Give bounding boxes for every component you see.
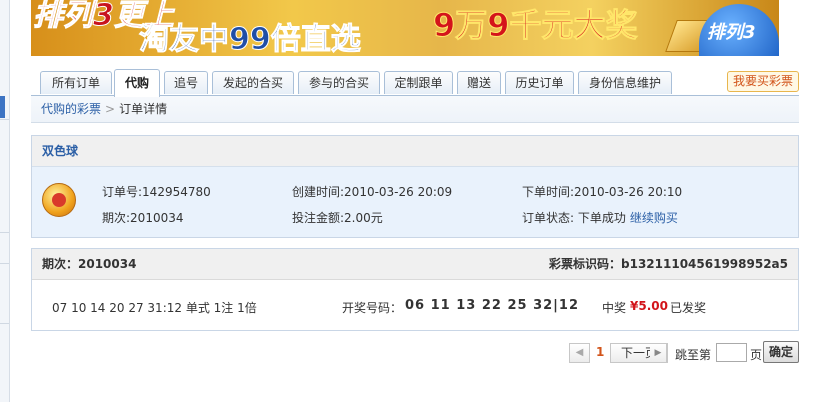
next-arrow-icon[interactable]: ▶ (650, 343, 667, 363)
tab-joined-group-buy[interactable]: 参与的合买 (298, 71, 380, 94)
banner-line2: 淘友中99倍直选 (139, 22, 362, 57)
current-page-number[interactable]: 1 (596, 343, 604, 361)
buy-lottery-button[interactable]: 我要买彩票 (727, 71, 799, 92)
ticket-row: 07 10 14 20 27 31:12 单式 1注 1倍 开奖号码： 06 1… (32, 280, 798, 330)
lottery-name: 双色球 (32, 136, 798, 167)
lottery-ball-icon (42, 183, 76, 217)
bet-amount: 投注金额:2.00元 (292, 211, 383, 225)
banner-line3: 9万9千元大奖 (433, 6, 639, 45)
payout-status: 已发奖 (670, 301, 707, 315)
confirm-jump-button[interactable]: 确定 (763, 341, 799, 363)
jump-to-label: 跳至第 (675, 348, 712, 362)
ticket-header: 期次：2010034 彩票标识码：b13211104561998952a5 (32, 249, 798, 280)
draw-label: 开奖号码： (342, 301, 403, 315)
order-info-body: 订单号:142954780 期次:2010034 创建时间:2010-03-26… (32, 167, 798, 237)
draw-numbers: 06 11 13 22 25 32|12 (405, 298, 580, 313)
tab-all-orders[interactable]: 所有订单 (40, 71, 112, 94)
created-time: 创建时间:2010-03-26 20:09 (292, 185, 453, 199)
win-label: 中奖 (602, 301, 627, 315)
ticket-panel: 期次：2010034 彩票标识码：b13211104561998952a5 07… (31, 248, 799, 331)
order-time: 下单时间:2010-03-26 20:10 (522, 185, 683, 199)
sidebar-divider (0, 119, 9, 120)
prev-page-button[interactable]: ◀ (569, 343, 590, 363)
tab-initiated-group-buy[interactable]: 发起的合买 (212, 71, 294, 94)
order-number: 订单号:142954780 (102, 185, 211, 199)
sidebar-divider (0, 263, 9, 264)
breadcrumb-link-proxy-lottery[interactable]: 代购的彩票 (41, 102, 101, 116)
pailie3-logo: 排列3 (699, 4, 779, 56)
breadcrumb: 代购的彩票 > 订单详情 (31, 96, 799, 123)
bet-numbers: 07 10 14 20 27 31:12 单式 1注 1倍 (52, 301, 257, 315)
continue-buy-link[interactable]: 继续购买 (630, 211, 678, 225)
sidebar-divider (0, 323, 9, 324)
tab-history-orders[interactable]: 历史订单 (505, 71, 574, 94)
tab-chase-number[interactable]: 追号 (164, 71, 208, 94)
order-status-text: 订单状态: 下单成功 (522, 211, 626, 225)
tab-gift[interactable]: 赠送 (457, 71, 501, 94)
sidebar-divider (0, 232, 9, 233)
order-period: 期次:2010034 (102, 211, 184, 225)
breadcrumb-current: 订单详情 (119, 102, 168, 116)
page-suffix-label: 页 (750, 348, 763, 362)
left-sidebar-edge (0, 0, 10, 402)
tab-identity-info[interactable]: 身份信息维护 (578, 71, 672, 94)
page-number-input[interactable] (716, 343, 747, 362)
ticket-period: 期次：2010034 (42, 257, 137, 271)
breadcrumb-separator: > (105, 102, 116, 116)
promo-banner[interactable]: 排列3更上 淘友中99倍直选 9万9千元大奖 排列3 (31, 0, 779, 56)
win-amount: ¥5.00 (630, 299, 668, 313)
tab-proxy-purchase[interactable]: 代购 (114, 69, 160, 97)
sidebar-active-marker (0, 96, 5, 118)
order-info-panel: 双色球 订单号:142954780 期次:2010034 创建时间:2010-0… (31, 135, 799, 238)
ticket-id: 彩票标识码：b13211104561998952a5 (549, 257, 788, 271)
tab-custom-follow[interactable]: 定制跟单 (384, 71, 453, 94)
order-status: 订单状态: 下单成功 继续购买 (522, 209, 678, 226)
